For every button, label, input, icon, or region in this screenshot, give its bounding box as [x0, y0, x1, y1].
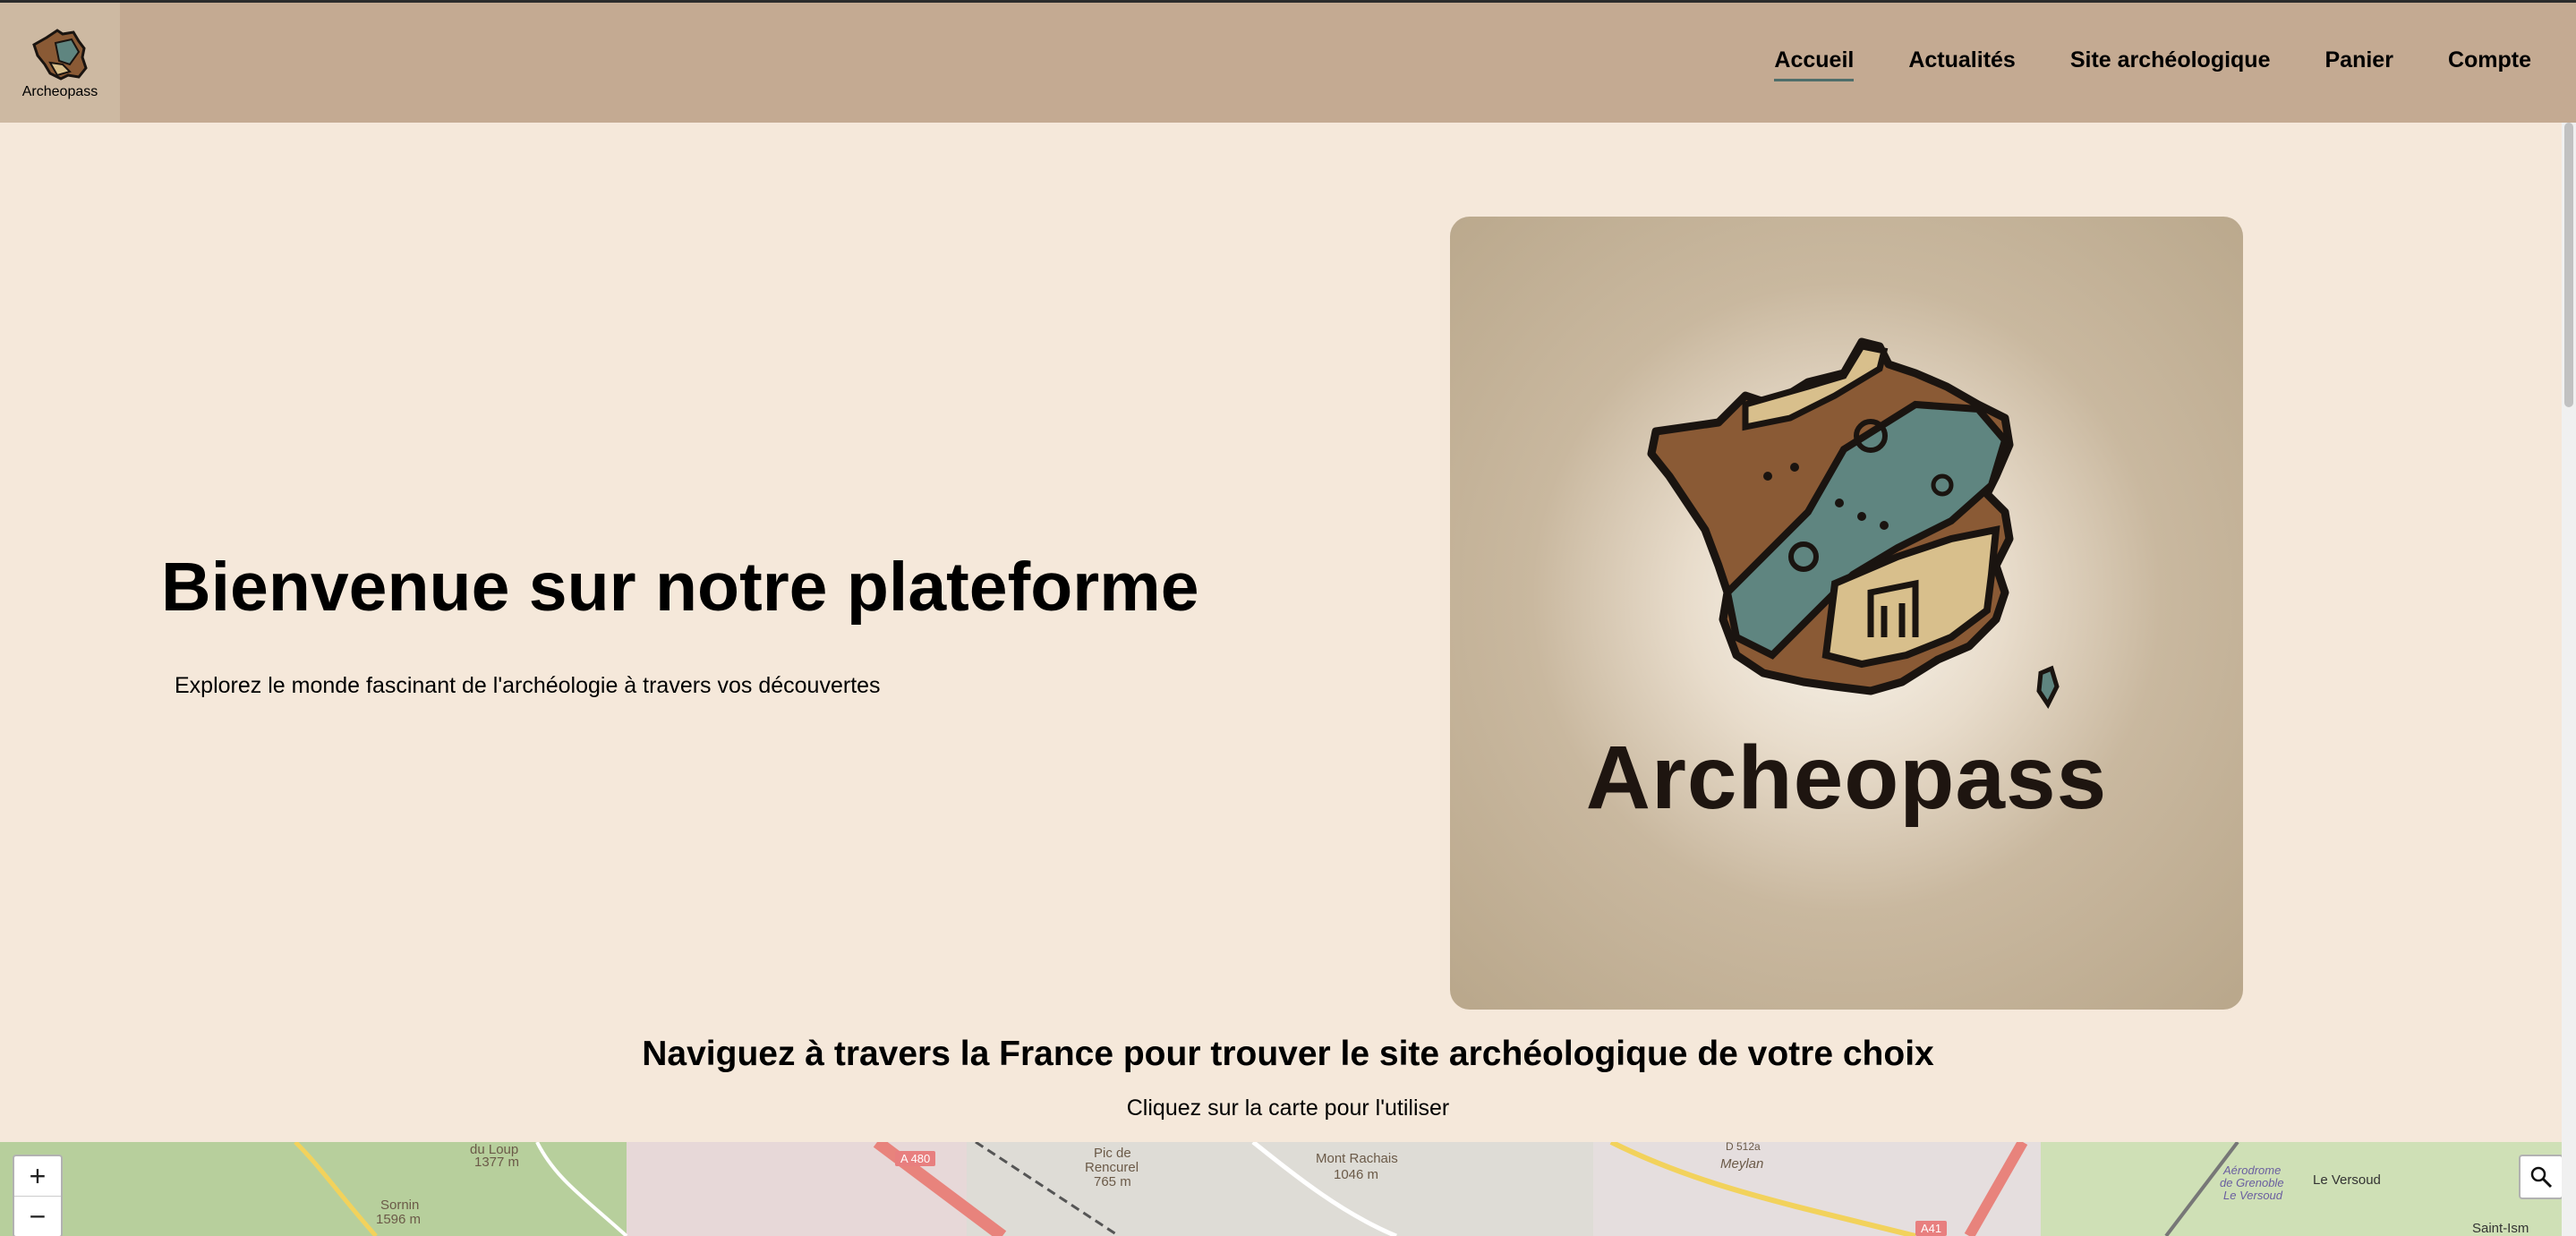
nav-panier[interactable]: Panier: [2325, 47, 2393, 81]
map-label: 1596 m: [376, 1212, 422, 1227]
nav-compte[interactable]: Compte: [2448, 47, 2531, 81]
map-label: 1046 m: [1334, 1167, 1379, 1182]
map-label: Sornin: [380, 1198, 420, 1213]
road-label: D 512a: [1726, 1142, 1761, 1153]
interactive-map[interactable]: du Loup 1377 m Sornin 1596 m A 480 Pic d…: [0, 1142, 2576, 1236]
map-label: Rencurel: [1085, 1160, 1139, 1175]
search-icon: [2530, 1166, 2553, 1189]
main-nav: Accueil Actualités Site archéologique Pa…: [1719, 47, 2531, 81]
nav-site-archeologique[interactable]: Site archéologique: [2070, 47, 2271, 81]
map-label: Le Versoud: [2313, 1172, 2381, 1188]
site-header: Archeopass Accueil Actualités Site arché…: [0, 3, 2576, 123]
map-label: Aérodrome: [2223, 1164, 2282, 1177]
map-label: Saint-Ism: [2472, 1221, 2529, 1236]
site-logo[interactable]: Archeopass: [0, 3, 120, 123]
page-scrollbar[interactable]: [2562, 123, 2576, 1236]
nav-accueil[interactable]: Accueil: [1774, 47, 1855, 81]
france-archeology-map-icon: [1647, 337, 2060, 709]
map-label: Meylan: [1720, 1156, 1764, 1172]
map-zoom-control: + −: [13, 1155, 63, 1236]
hero-logo-image: Archeopass: [1450, 217, 2243, 1010]
logo-text: Archeopass: [21, 84, 98, 99]
map-label: Pic de: [1094, 1146, 1131, 1161]
hero-subtitle: Explorez le monde fascinant de l'archéol…: [175, 673, 881, 698]
zoom-out-button[interactable]: −: [14, 1196, 61, 1236]
nav-actualites[interactable]: Actualités: [1908, 47, 2015, 81]
hero-image-brand-text: Archeopass: [1585, 728, 2108, 828]
map-label: de Grenoble: [2220, 1176, 2284, 1189]
road-label: A 480: [895, 1151, 936, 1166]
scrollbar-thumb[interactable]: [2564, 123, 2573, 407]
hero-title: Bienvenue sur notre plateforme: [161, 549, 1199, 626]
zoom-in-button[interactable]: +: [14, 1156, 61, 1196]
map-label: 765 m: [1094, 1174, 1131, 1189]
map-label: Mont Rachais: [1316, 1151, 1398, 1166]
france-map-logo-icon: [32, 29, 88, 81]
map-label: 1377 m: [474, 1155, 520, 1170]
map-label: Le Versoud: [2223, 1189, 2283, 1202]
map-section-subtitle: Cliquez sur la carte pour l'utiliser: [1126, 1095, 1450, 1121]
road-label: A41: [1915, 1221, 1948, 1236]
map-search-button[interactable]: [2519, 1155, 2563, 1199]
map-section-title: Naviguez à travers la France pour trouve…: [642, 1035, 1934, 1073]
